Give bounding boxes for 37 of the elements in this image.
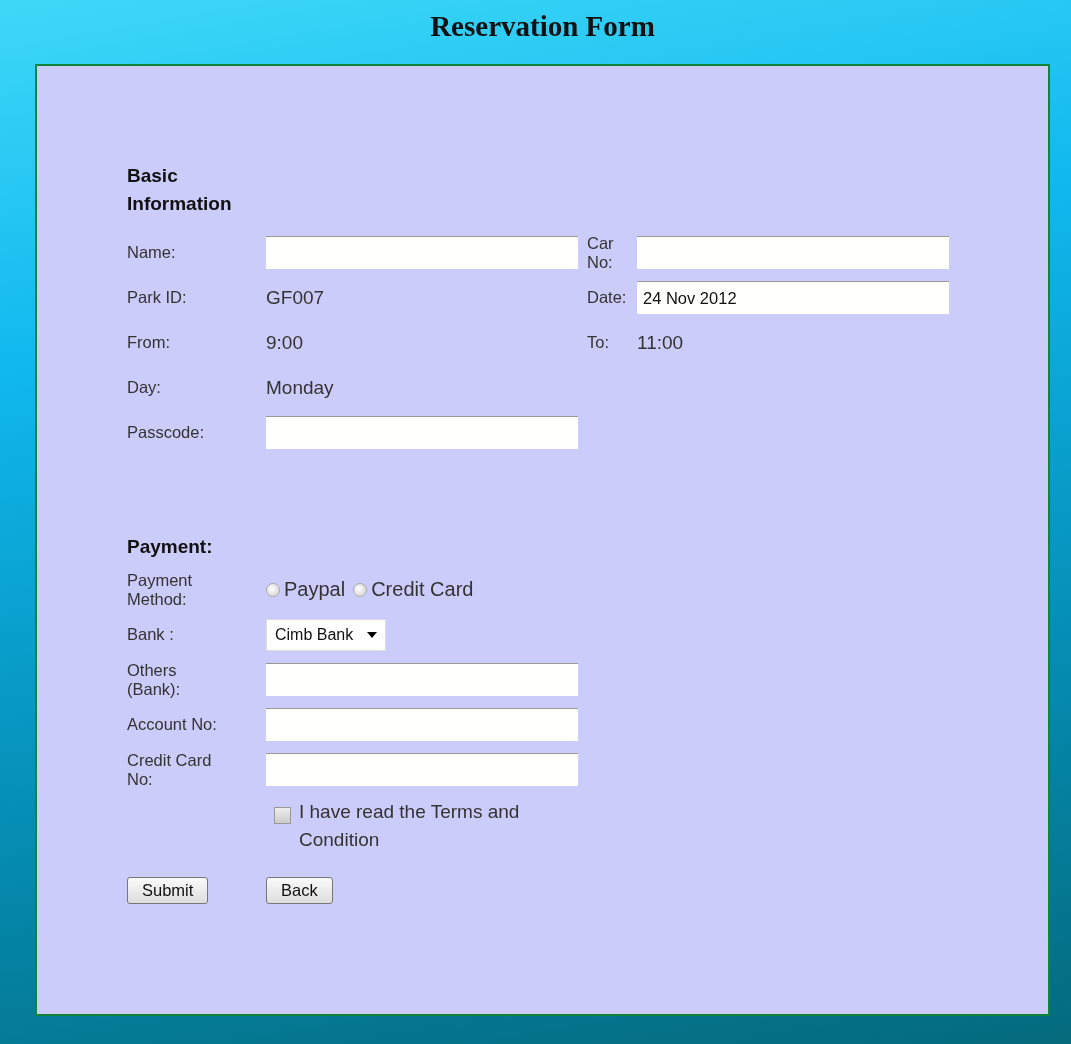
field-label: Date:	[587, 288, 628, 307]
radio-icon[interactable]	[353, 582, 368, 597]
field-label: Others (Bank):	[127, 660, 182, 699]
field-label: Bank :	[127, 625, 175, 644]
input-field[interactable]	[266, 708, 578, 741]
field-value: 11:00	[637, 331, 684, 353]
field-label: To:	[587, 333, 610, 352]
section-heading: Basic Information	[127, 164, 233, 216]
field-label: Payment Method:	[127, 570, 194, 609]
field-label: Passcode:	[127, 423, 206, 442]
radio-option[interactable]: Paypal	[266, 578, 346, 601]
input-field[interactable]	[266, 663, 578, 696]
terms-label: I have read the Terms and Condition	[299, 800, 521, 852]
field-label: Account No:	[127, 715, 218, 734]
input-field[interactable]	[266, 236, 578, 269]
radio-label: Paypal	[284, 578, 346, 601]
radio-icon[interactable]	[266, 582, 280, 597]
submit-button[interactable]: Submit	[127, 877, 209, 904]
field-value: Monday	[266, 376, 334, 398]
field-label: Name:	[127, 243, 177, 262]
input-field[interactable]	[266, 753, 578, 786]
field-label: Credit Card No:	[127, 750, 213, 789]
field-label: Car No:	[587, 233, 615, 272]
input-field[interactable]	[266, 416, 578, 449]
field-value: GF007	[266, 286, 325, 308]
page-title: Reservation Form	[429, 9, 656, 44]
bank-dropdown[interactable]: Cimb Bank	[266, 618, 387, 651]
section-heading: Payment:	[127, 535, 214, 559]
field-label: Day:	[127, 378, 162, 397]
back-button[interactable]: Back	[266, 877, 333, 904]
field-label: Park ID:	[127, 288, 188, 307]
input-field[interactable]: 24 Nov 2012	[637, 281, 949, 314]
input-field[interactable]	[637, 236, 949, 269]
checkbox[interactable]	[274, 807, 291, 824]
caret-icon	[367, 631, 378, 638]
field-label: From:	[127, 333, 172, 352]
field-value: 9:00	[266, 331, 303, 353]
